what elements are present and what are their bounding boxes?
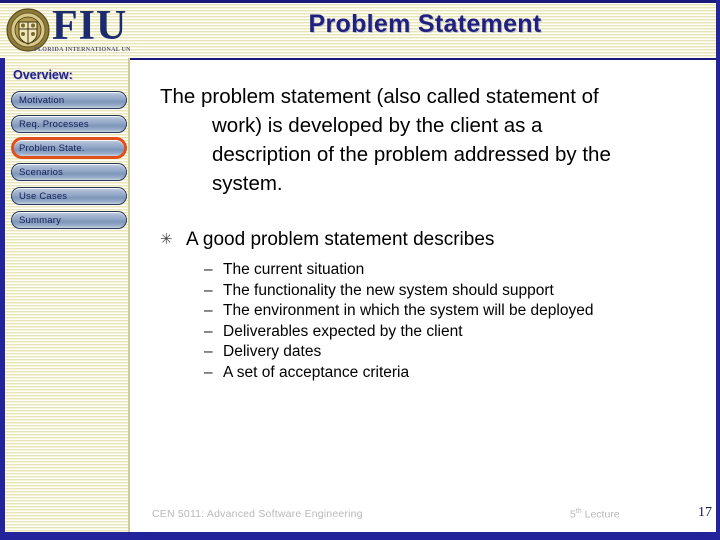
paragraph-line-3: description of the problem addressed by … (212, 143, 611, 166)
sidebar-nav-list: Motivation Req. Processes Problem State.… (11, 91, 127, 235)
dash-bullet-icon: – (204, 281, 213, 299)
right-edge-bar (716, 0, 720, 532)
fiu-logo: FIU FLORIDA INTERNATIONAL UNIVERSITY (0, 0, 130, 58)
list-item-label: The current situation (223, 261, 365, 278)
sidebar-label: Overview: (13, 68, 73, 82)
footer-lecture: 5th Lecture (570, 508, 620, 521)
fiu-seal-icon (6, 8, 50, 52)
intro-paragraph: The problem statement (also called state… (160, 82, 688, 198)
list-item: – The environment in which the system wi… (204, 301, 700, 322)
list-item-label: Delivery dates (223, 343, 322, 360)
list-item-label: Deliverables expected by the client (223, 322, 463, 340)
sidebar-item-label: Motivation (19, 94, 65, 106)
sidebar-item-label: Scenarios (19, 166, 64, 178)
sidebar-item-label: Summary (19, 214, 62, 226)
sidebar-item-summary[interactable]: Summary (11, 211, 127, 229)
paragraph-line-4: system. (212, 172, 283, 195)
slide-content: The problem statement (also called state… (132, 62, 720, 500)
sidebar-item-problem-statement[interactable]: Problem State. (11, 137, 127, 159)
footer-course: CEN 5011: Advanced Software Engineering (152, 508, 363, 520)
bullet-heading-row: ✳ A good problem statement describes (160, 227, 700, 253)
sidebar-item-label: Use Cases (19, 190, 68, 202)
list-item: – Delivery dates (204, 342, 700, 363)
paragraph-line-2: work) is developed by the client as a (212, 114, 543, 137)
bullet-section: ✳ A good problem statement describes – T… (160, 227, 700, 383)
sidebar-item-req-processes[interactable]: Req. Processes (11, 115, 127, 133)
list-item: – The current situation (204, 260, 700, 281)
sub-bullet-list: – The current situation – The functional… (160, 260, 700, 383)
dash-bullet-icon: – (204, 322, 213, 340)
page-title: Problem Statement (308, 10, 542, 38)
sidebar-item-scenarios[interactable]: Scenarios (11, 163, 127, 181)
dash-bullet-icon: – (204, 261, 213, 278)
list-item: – A set of acceptance criteria (204, 363, 700, 384)
list-item-label: The functionality the new system should … (223, 281, 554, 299)
bottom-bar (0, 532, 720, 540)
sidebar-item-label: Req. Processes (19, 118, 89, 130)
list-item: – Deliverables expected by the client (204, 322, 700, 343)
dash-bullet-icon: – (204, 363, 213, 381)
list-item-label: The environment in which the system will… (223, 302, 594, 319)
fiu-wordmark: FIU (52, 3, 128, 49)
sidebar-item-label: Problem State. (19, 142, 85, 154)
footer-lecture-word: Lecture (581, 508, 620, 521)
dash-bullet-icon: – (204, 343, 213, 360)
list-item-label: A set of acceptance criteria (223, 363, 410, 381)
sidebar-item-motivation[interactable]: Motivation (11, 91, 127, 109)
fiu-subtitle: FLORIDA INTERNATIONAL UNIVERSITY (34, 47, 130, 53)
slide-footer: CEN 5011: Advanced Software Engineering … (132, 505, 720, 527)
sidebar: Overview: Motivation Req. Processes Prob… (0, 58, 130, 532)
page-number: 17 (698, 505, 712, 520)
asterisk-bullet-icon: ✳ (160, 231, 173, 248)
list-item: – The functionality the new system shoul… (204, 281, 700, 302)
bullet-heading-text: A good problem statement describes (186, 229, 495, 250)
dash-bullet-icon: – (204, 302, 213, 319)
paragraph-line-1: The problem statement (also called state… (160, 85, 599, 108)
slide: Problem Statement FIU FLORIDA INTERNATIO… (0, 0, 720, 540)
sidebar-item-use-cases[interactable]: Use Cases (11, 187, 127, 205)
